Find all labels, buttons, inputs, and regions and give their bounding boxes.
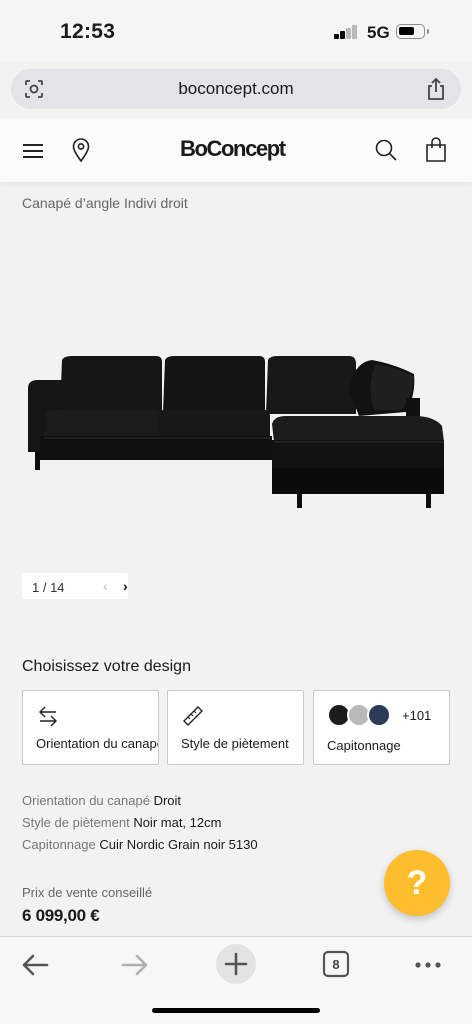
upholstery-option[interactable]: +101 Capitonnage (313, 690, 450, 765)
gallery-next-button[interactable]: › (123, 578, 128, 594)
summary-value: Droit (153, 793, 182, 808)
brand-logo[interactable]: BoConcept (180, 136, 286, 162)
tabs-button[interactable]: 8 (316, 947, 356, 983)
summary-upholstery: Capitonnage Cuir Nordic Grain noir 5130 (22, 837, 258, 852)
help-button[interactable]: ? (384, 850, 450, 916)
orientation-option[interactable]: Orientation du canapé (22, 690, 159, 765)
leg-style-option[interactable]: Style de piètement (167, 690, 304, 765)
ruler-icon (183, 706, 203, 726)
shopping-bag-icon[interactable] (425, 137, 447, 163)
signal-icon (334, 25, 360, 39)
price-value: 6 099,00 € (22, 906, 100, 925)
product-image[interactable] (24, 350, 448, 512)
share-icon[interactable] (425, 77, 447, 101)
status-time: 12:53 (60, 20, 116, 43)
search-icon[interactable] (374, 138, 398, 162)
store-locator-icon[interactable] (72, 138, 90, 162)
new-tab-icon[interactable] (215, 943, 257, 985)
price-label: Prix de vente conseillé (22, 885, 153, 900)
address-bar[interactable]: boconcept.com (11, 69, 461, 109)
forward-arrow-icon[interactable] (115, 947, 155, 983)
site-header: BoConcept (0, 118, 472, 182)
tab-count: 8 (332, 957, 340, 972)
network-label: 5G (367, 23, 390, 42)
summary-key: Capitonnage (22, 837, 96, 852)
summary-value: Noir mat, 12cm (133, 815, 222, 830)
design-heading: Choisissez votre design (22, 658, 191, 675)
swatch-blue (367, 703, 391, 727)
url-text: boconcept.com (178, 79, 294, 98)
summary-value: Cuir Nordic Grain noir 5130 (99, 837, 258, 852)
help-button-label: ? (406, 864, 428, 902)
more-options-icon[interactable] (408, 947, 448, 983)
gallery-prev-button[interactable]: ‹ (103, 578, 108, 594)
summary-orientation: Orientation du canapé Droit (22, 793, 181, 808)
menu-icon[interactable] (23, 141, 43, 159)
orientation-option-label: Orientation du canapé (36, 736, 159, 751)
gallery-pager: 1 / 14 ‹ › (22, 573, 128, 599)
summary-leg-style: Style de piètement Noir mat, 12cm (22, 815, 221, 830)
back-arrow-icon[interactable] (15, 947, 55, 983)
swap-arrows-icon (39, 706, 57, 727)
upholstery-swatches (327, 703, 397, 729)
product-name: Canapé d’angle Indivi droit (22, 195, 188, 211)
summary-key: Orientation du canapé (22, 793, 150, 808)
more-swatches-count: +101 (402, 708, 432, 723)
home-indicator (152, 1008, 320, 1013)
page: 12:53 5G boconcept.com BoConcept Canapé … (0, 0, 472, 1024)
status-bar: 12:53 5G (0, 0, 472, 62)
summary-key: Style de piètement (22, 815, 130, 830)
gallery-counter: 1 / 14 (32, 580, 65, 595)
battery-icon (396, 24, 429, 39)
upholstery-option-label: Capitonnage (327, 738, 401, 753)
leg-style-option-label: Style de piètement (181, 736, 289, 751)
